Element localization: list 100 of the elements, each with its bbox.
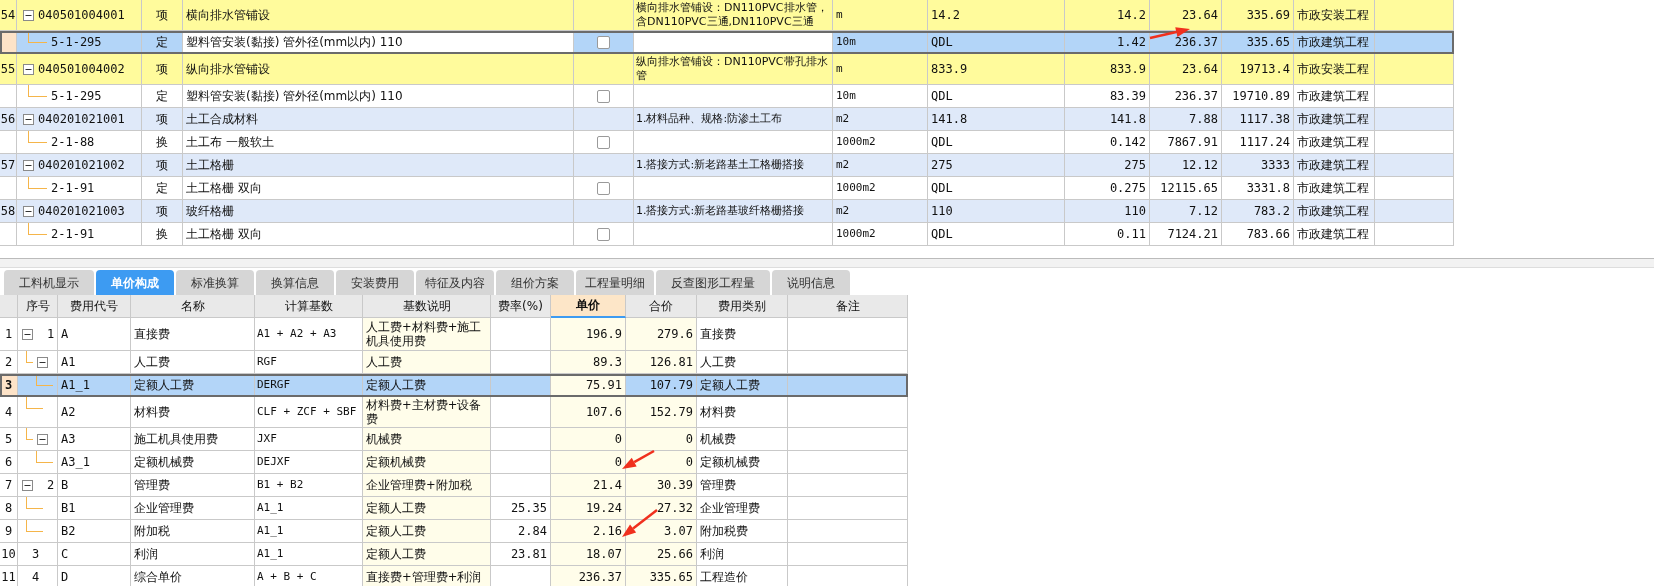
column-header[interactable]: 备注 xyxy=(788,295,908,318)
table-cell: 21.4 xyxy=(551,474,626,497)
column-header[interactable]: 序号 xyxy=(18,295,58,318)
table-cell: C xyxy=(58,543,131,566)
tab[interactable]: 工料机显示 xyxy=(4,270,94,296)
table-cell: 30.39 xyxy=(626,474,697,497)
item-code: 040201021002 xyxy=(38,158,125,172)
table-row[interactable]: 8 B1 企业管理费 A1_1 定额人工费 25.35 19.24 27.32 企业管理费 xyxy=(0,497,908,520)
table-row[interactable]: 9 B2 附加税 A1_1 定额人工费 2.84 2.16 3.07 附加税费 xyxy=(0,520,908,543)
column-header[interactable]: 费率(%) xyxy=(491,295,551,318)
table-cell: 0.11 xyxy=(1065,223,1150,246)
table-row[interactable]: 11 4 D 综合单价 A + B + C 直接费+管理费+利润 236.37 335.65 工程造价 xyxy=(0,566,908,586)
table-cell: A1_1 xyxy=(58,374,131,397)
table-cell: A1_1 xyxy=(255,543,363,566)
checkbox[interactable] xyxy=(597,135,610,149)
table-row[interactable]: 56 040201021001 项 土工合成材料 1.材料品种、规格:防渗土工布 m2 141.8 141.8 7.88 1117.38 市政建筑工程 xyxy=(0,108,1454,131)
table-cell: 换 xyxy=(142,223,183,246)
tree-connector xyxy=(36,451,53,463)
collapse-icon[interactable] xyxy=(37,356,48,368)
column-header[interactable]: 费用代号 xyxy=(58,295,131,318)
table-row[interactable]: 2-1-91 定 土工格栅 双向 1000m2 QDL 0.275 12115.65 3331.8 市政建筑工程 xyxy=(0,177,1454,200)
collapse-icon[interactable] xyxy=(22,479,33,491)
checkbox[interactable] xyxy=(597,35,610,49)
table-row[interactable]: 2-1-91 换 土工格栅 双向 1000m2 QDL 0.11 7124.21 783.66 市政建筑工程 xyxy=(0,223,1454,246)
table-cell: A + B + C xyxy=(255,566,363,586)
tree-connector xyxy=(26,497,43,509)
tab[interactable]: 安装费用 xyxy=(336,270,414,296)
tab[interactable]: 反查图形工程量 xyxy=(656,270,770,296)
table-cell: 人工费 xyxy=(697,351,788,374)
collapse-icon[interactable] xyxy=(23,63,34,75)
checkbox[interactable] xyxy=(597,227,610,241)
table-row[interactable]: 2-1-88 换 土工布 一般软土 1000m2 QDL 0.142 7867.91 1117.24 市政建筑工程 xyxy=(0,131,1454,154)
collapse-icon[interactable] xyxy=(22,328,33,340)
column-header[interactable]: 基数说明 xyxy=(363,295,491,318)
collapse-icon[interactable] xyxy=(37,433,48,445)
row-number: 5 xyxy=(0,428,18,451)
column-header[interactable]: 名称 xyxy=(131,295,255,318)
table-cell: 3.07 xyxy=(626,520,697,543)
collapse-icon[interactable] xyxy=(23,113,34,125)
table-cell: A3_1 xyxy=(58,451,131,474)
table-cell: 利润 xyxy=(131,543,255,566)
table-cell: 279.6 xyxy=(626,318,697,351)
table-cell: A1_1 xyxy=(255,520,363,543)
table-row[interactable]: 57 040201021002 项 土工格栅 1.搭接方式:新老路基土工格栅搭接 m2 275 275 12.12 3333 市政建筑工程 xyxy=(0,154,1454,177)
table-cell: B xyxy=(58,474,131,497)
table-cell: 直接费+管理费+利润 xyxy=(363,566,491,586)
table-row[interactable]: 5-1-295 定 塑料管安装(黏接) 管外径(mm以内) 110 10m QDL 83.39 236.37 19710.89 市政建筑工程 xyxy=(0,85,1454,108)
table-row[interactable]: 1 1 A 直接费 A1 + A2 + A3 人工费+材料费+施工机具使用费 196.9 279.6 直接费 xyxy=(0,318,908,351)
table-row[interactable]: 3 A1_1 定额人工费 DERGF 定额人工费 75.91 107.79 定额人工费 xyxy=(0,374,908,397)
table-cell: 材料费 xyxy=(131,397,255,428)
column-header[interactable]: 单价 xyxy=(551,295,626,318)
table-row[interactable]: 7 2 B 管理费 B1 + B2 企业管理费+附加税 21.4 30.39 管理费 xyxy=(0,474,908,497)
table-row[interactable]: 10 3 C 利润 A1_1 定额人工费 23.81 18.07 25.66 利润 xyxy=(0,543,908,566)
table-cell: 人工费 xyxy=(131,351,255,374)
column-header[interactable]: 计算基数 xyxy=(255,295,363,318)
table-row[interactable]: 2 A1 人工费 RGF 人工费 89.3 126.81 人工费 xyxy=(0,351,908,374)
table-cell: 0 xyxy=(626,428,697,451)
row-number: 8 xyxy=(0,497,18,520)
table-cell: 19.24 xyxy=(551,497,626,520)
table-cell: 市政建筑工程 xyxy=(1294,223,1375,246)
tab[interactable]: 说明信息 xyxy=(772,270,850,296)
item-code: 040501004001 xyxy=(38,8,125,22)
table-cell: 23.81 xyxy=(491,543,551,566)
tree-connector xyxy=(26,428,33,440)
table-cell: 定额机械费 xyxy=(363,451,491,474)
table-row[interactable]: 6 A3_1 定额机械费 DEJXF 定额机械费 0 0 定额机械费 xyxy=(0,451,908,474)
checkbox[interactable] xyxy=(597,89,610,103)
table-cell: 2.16 xyxy=(551,520,626,543)
item-code: 2-1-91 xyxy=(51,181,95,195)
item-code: 040201021003 xyxy=(38,204,125,218)
table-row[interactable]: 5 A3 施工机具使用费 JXF 机械费 0 0 机械费 xyxy=(0,428,908,451)
table-cell: 25.35 xyxy=(491,497,551,520)
collapse-icon[interactable] xyxy=(23,205,34,217)
row-number: 10 xyxy=(0,543,18,566)
tree-connector xyxy=(36,374,53,386)
table-cell: 7124.21 xyxy=(1150,223,1222,246)
column-header[interactable]: 合价 xyxy=(626,295,697,318)
table-row[interactable]: 58 040201021003 项 玻纤格栅 1.搭接方式:新老路基玻纤格栅搭接 m2 110 110 7.12 783.2 市政建筑工程 xyxy=(0,200,1454,223)
collapse-icon[interactable] xyxy=(23,159,34,171)
table-cell: A1 xyxy=(58,351,131,374)
table-cell: DERGF xyxy=(255,374,363,397)
table-cell: 0 xyxy=(551,451,626,474)
table-cell: A1 + A2 + A3 xyxy=(255,318,363,351)
collapse-icon[interactable] xyxy=(23,9,34,21)
checkbox[interactable] xyxy=(597,181,610,195)
tree-connector xyxy=(28,31,47,43)
table-row[interactable]: 5-1-295 定 塑料管安装(黏接) 管外径(mm以内) 110 10m QDL 1.42 236.37 335.65 市政建筑工程 xyxy=(0,31,1454,54)
tab[interactable]: 换算信息 xyxy=(256,270,334,296)
table-cell: 人工费+材料费+施工机具使用费 xyxy=(363,318,491,351)
tab[interactable]: 标准换算 xyxy=(176,270,254,296)
tree-connector xyxy=(26,520,43,532)
table-cell: 土工格栅 双向 xyxy=(183,223,574,246)
tree-connector xyxy=(28,85,47,97)
tab[interactable]: 特征及内容 xyxy=(416,270,494,296)
serial-number: 3 xyxy=(32,547,40,561)
serial-number: 4 xyxy=(32,570,40,584)
table-cell: 材料费 xyxy=(697,397,788,428)
column-header[interactable]: 费用类别 xyxy=(697,295,788,318)
tab[interactable]: 组价方案 xyxy=(496,270,574,296)
tab[interactable]: 工程量明细 xyxy=(576,270,654,296)
